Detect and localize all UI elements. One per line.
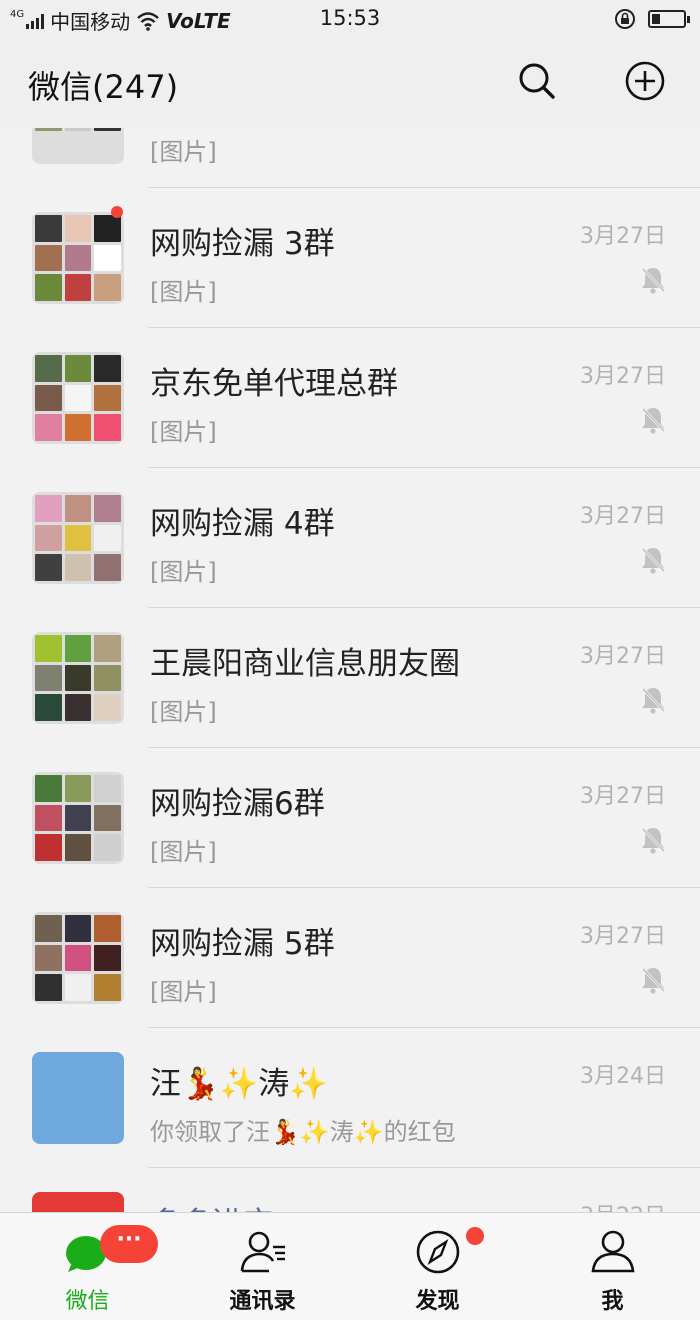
- chat-name: 王晨阳商业信息朋友圈: [150, 646, 460, 682]
- chat-name: 网购捡漏6群: [150, 786, 325, 822]
- chat-row[interactable]: 京东免单代理总群 [图片] 3月27日: [0, 328, 700, 468]
- unread-badge: ···: [100, 1225, 158, 1263]
- app-header: 微信(247): [0, 40, 700, 128]
- tab-discover[interactable]: 发现: [350, 1213, 525, 1320]
- chat-row[interactable]: 网购捡漏6群 [图片] 3月27日: [0, 748, 700, 888]
- chat-list[interactable]: [图片] 网购捡漏 3群 [图片] 3月27日 京东免单代理总群 [图片] 3月27日 网购捡…: [0, 128, 700, 1212]
- chat-preview: [图片]: [150, 558, 217, 586]
- group-avatar: [32, 772, 124, 864]
- tab-label: 我: [601, 1289, 624, 1314]
- notification-dot: [466, 1227, 484, 1245]
- chat-row[interactable]: 网购捡漏 5群 [图片] 3月27日: [0, 888, 700, 1028]
- chat-preview: [图片]: [150, 138, 217, 166]
- new-dot: [111, 206, 123, 218]
- chat-date: 3月27日: [580, 924, 666, 949]
- tab-bar: ··· 微信 通讯录 发现 我: [0, 1212, 700, 1320]
- tab-label: 微信: [65, 1289, 110, 1314]
- chat-row[interactable]: 网购捡漏 4群 [图片] 3月27日: [0, 468, 700, 608]
- mute-bell-icon: [640, 546, 666, 574]
- chat-avatar: [32, 1192, 124, 1212]
- plus-circle-icon[interactable]: [624, 60, 666, 102]
- group-avatar: [32, 352, 124, 444]
- compass-icon: [416, 1230, 459, 1274]
- chat-name: 京东免单代理总群: [150, 366, 398, 402]
- chat-name: 网购捡漏 5群: [150, 926, 335, 962]
- chat-date: 3月27日: [580, 644, 666, 669]
- chat-row[interactable]: 多多进宝 3月22日: [0, 1168, 700, 1212]
- mute-bell-icon: [640, 826, 666, 854]
- rotation-lock-icon: [615, 9, 635, 29]
- group-avatar: [32, 492, 124, 584]
- chat-date: 3月27日: [580, 504, 666, 529]
- chat-preview: 你领取了汪💃✨涛✨的红包: [150, 1118, 456, 1146]
- chat-date: 3月22日: [580, 1198, 666, 1212]
- mute-bell-icon: [640, 266, 666, 294]
- chat-preview: [图片]: [150, 838, 217, 866]
- page-title: 微信(247): [28, 68, 179, 106]
- tab-chats[interactable]: ··· 微信: [0, 1213, 175, 1320]
- chat-date: 3月27日: [580, 784, 666, 809]
- group-avatar: [32, 128, 124, 164]
- chat-preview: [图片]: [150, 278, 217, 306]
- chat-row[interactable]: 网购捡漏 3群 [图片] 3月27日: [0, 188, 700, 328]
- person-icon: [591, 1230, 634, 1273]
- tab-contacts[interactable]: 通讯录: [175, 1213, 350, 1320]
- group-avatar: [32, 912, 124, 1004]
- chat-name: 网购捡漏 3群: [150, 226, 335, 262]
- chat-row[interactable]: [图片]: [0, 128, 700, 188]
- chat-date: 3月24日: [580, 1064, 666, 1089]
- chat-preview: [图片]: [150, 418, 217, 446]
- chat-name: 网购捡漏 4群: [150, 506, 335, 542]
- chat-row[interactable]: 王晨阳商业信息朋友圈 [图片] 3月27日: [0, 608, 700, 748]
- chat-preview: [图片]: [150, 978, 217, 1006]
- mute-bell-icon: [640, 406, 666, 434]
- status-bar: 4G 中国移动 VoLTE 15:53: [0, 0, 700, 40]
- chat-row[interactable]: 汪💃✨涛✨ 你领取了汪💃✨涛✨的红包 3月24日: [0, 1028, 700, 1168]
- tab-me[interactable]: 我: [525, 1213, 700, 1320]
- chat-date: 3月27日: [580, 364, 666, 389]
- search-icon[interactable]: [516, 60, 558, 102]
- mute-bell-icon: [640, 966, 666, 994]
- chat-date: 3月27日: [580, 224, 666, 249]
- chat-name: 汪💃✨涛✨: [150, 1066, 328, 1102]
- group-avatar: [32, 632, 124, 724]
- mute-bell-icon: [640, 686, 666, 714]
- battery-icon: [648, 10, 690, 28]
- group-avatar: [32, 212, 124, 304]
- status-time: 15:53: [319, 6, 381, 30]
- contacts-icon: [240, 1231, 285, 1273]
- chat-name: 多多进宝: [150, 1198, 274, 1212]
- chat-preview: [图片]: [150, 698, 217, 726]
- chat-avatar: [32, 1052, 124, 1144]
- tab-label: 发现: [415, 1289, 460, 1314]
- tab-label: 通讯录: [229, 1289, 296, 1314]
